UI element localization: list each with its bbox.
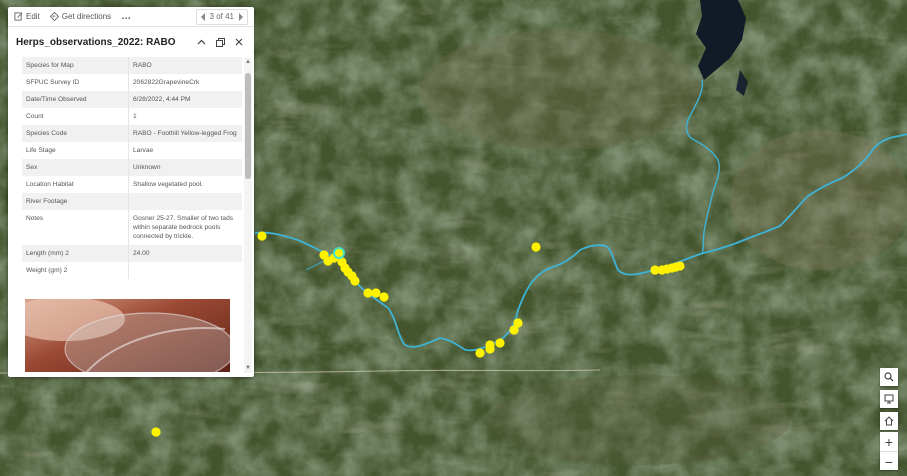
observation-point[interactable] [513, 318, 523, 328]
attribute-value: Gosner 25-27. Smaller of two tads within… [133, 215, 234, 240]
attribute-value [129, 262, 243, 279]
attribute-row: Location Habitat Shallow vegetated pool. [22, 176, 242, 193]
attribute-table: Species for Map RABO SFPUC Survey ID 206282… [22, 57, 242, 279]
scroll-up-icon[interactable]: ▲ [244, 59, 252, 65]
attribute-value: Unknown [133, 164, 161, 171]
zoom-in-button[interactable]: + [880, 432, 898, 452]
home-icon [884, 416, 894, 426]
observation-point[interactable] [675, 261, 685, 271]
attribute-value: 24.00 [133, 250, 150, 257]
attribute-value [129, 193, 243, 210]
observation-point[interactable] [151, 427, 161, 437]
observation-point[interactable] [475, 348, 485, 358]
search-button[interactable] [880, 368, 898, 386]
attribute-value: 6/28/2022, 4:44 PM [133, 96, 191, 103]
attribute-value: 2062822GrapevineCrk [133, 79, 200, 86]
attribute-row: Sex Unknown [22, 159, 242, 176]
observation-point[interactable] [495, 338, 505, 348]
popup-content[interactable]: Species for Map RABO SFPUC Survey ID 206282… [22, 57, 242, 372]
attribute-key: Life Stage [22, 142, 129, 159]
attribute-key: Length (mm) 2 [22, 245, 129, 262]
attribute-row: Count 1 [22, 108, 242, 125]
monitor-icon [884, 394, 894, 404]
attribute-key: SFPUC Survey ID [22, 74, 129, 91]
observation-point[interactable] [371, 288, 381, 298]
attribute-key: Location Habitat [22, 176, 129, 193]
attribute-row: Life Stage Larvae [22, 142, 242, 159]
observation-point[interactable] [350, 276, 360, 286]
attribute-row: Length (mm) 2 24.00 [22, 245, 242, 262]
attachment-photo[interactable] [25, 299, 230, 372]
attribute-key: Notes [22, 210, 129, 245]
zoom-control: + − [880, 432, 898, 470]
close-button[interactable] [232, 35, 246, 49]
observation-point[interactable] [257, 231, 267, 241]
attribute-row: Date/Time Observed 6/28/2022, 4:44 PM [22, 91, 242, 108]
popup-scrollbar[interactable]: ▲ ▼ [244, 57, 252, 373]
photo-image [25, 299, 230, 372]
attribute-key: Count [22, 108, 129, 125]
edit-label: Edit [26, 12, 40, 21]
observation-point[interactable] [531, 242, 541, 252]
attribute-key: Sex [22, 159, 129, 176]
attribute-value: RABO [133, 62, 152, 69]
home-button[interactable] [880, 412, 898, 430]
attribute-value: Larvae [133, 147, 154, 154]
attribute-value: RABO - Foothill Yellow-legged Frog [133, 130, 237, 137]
attribute-row: River Footage [22, 193, 242, 210]
zoom-out-button[interactable]: − [880, 452, 898, 471]
dock-icon [215, 37, 225, 47]
feature-pager: 3 of 41 [195, 8, 248, 25]
popup-title: Herps_observations_2022: RABO [16, 36, 176, 48]
attribute-key: Species Code [22, 125, 129, 142]
more-icon: … [121, 11, 133, 22]
attribute-row: Weight (gm) 2 [22, 262, 242, 279]
popup-toolbar: Edit Get directions … 3 of 41 [8, 7, 254, 27]
feature-popup: Edit Get directions … 3 of 41 Herps_obse… [8, 7, 254, 377]
pager-label: 3 of 41 [209, 12, 234, 21]
get-directions-button[interactable]: Get directions [49, 12, 112, 21]
edit-icon [14, 12, 23, 21]
close-icon [235, 38, 243, 46]
basemap-button[interactable] [880, 390, 898, 408]
attribute-key: River Footage [22, 193, 129, 210]
attribute-row: SFPUC Survey ID 2062822GrapevineCrk [22, 74, 242, 91]
attribute-row: Notes Gosner 25-27. Smaller of two tads w… [22, 210, 242, 245]
observation-point[interactable] [363, 288, 373, 298]
scroll-down-icon[interactable]: ▼ [244, 365, 252, 371]
more-options-button[interactable]: … [121, 11, 132, 22]
attribute-value: Shallow vegetated pool. [133, 181, 204, 188]
attribute-row: Species Code RABO - Foothill Yellow-legge… [22, 125, 242, 142]
scrollbar-thumb[interactable] [245, 73, 251, 179]
next-feature-icon[interactable] [238, 12, 244, 21]
collapse-button[interactable] [194, 35, 208, 49]
attribute-row: Species for Map RABO [22, 57, 242, 74]
observation-point[interactable] [485, 344, 495, 354]
chevron-up-icon [197, 39, 205, 45]
dock-button[interactable] [213, 35, 227, 49]
attribute-key: Weight (gm) 2 [22, 262, 129, 279]
edit-button[interactable]: Edit [14, 12, 40, 21]
attribute-key: Species for Map [22, 57, 129, 74]
attribute-value: 1 [133, 113, 137, 120]
directions-label: Get directions [61, 12, 112, 21]
previous-feature-icon[interactable] [200, 12, 206, 21]
attribute-key: Date/Time Observed [22, 91, 129, 108]
directions-icon [49, 12, 59, 21]
popup-header: Herps_observations_2022: RABO [8, 27, 254, 57]
observation-point[interactable] [379, 292, 389, 302]
search-icon [884, 372, 894, 382]
selected-observation-point[interactable] [333, 247, 345, 259]
